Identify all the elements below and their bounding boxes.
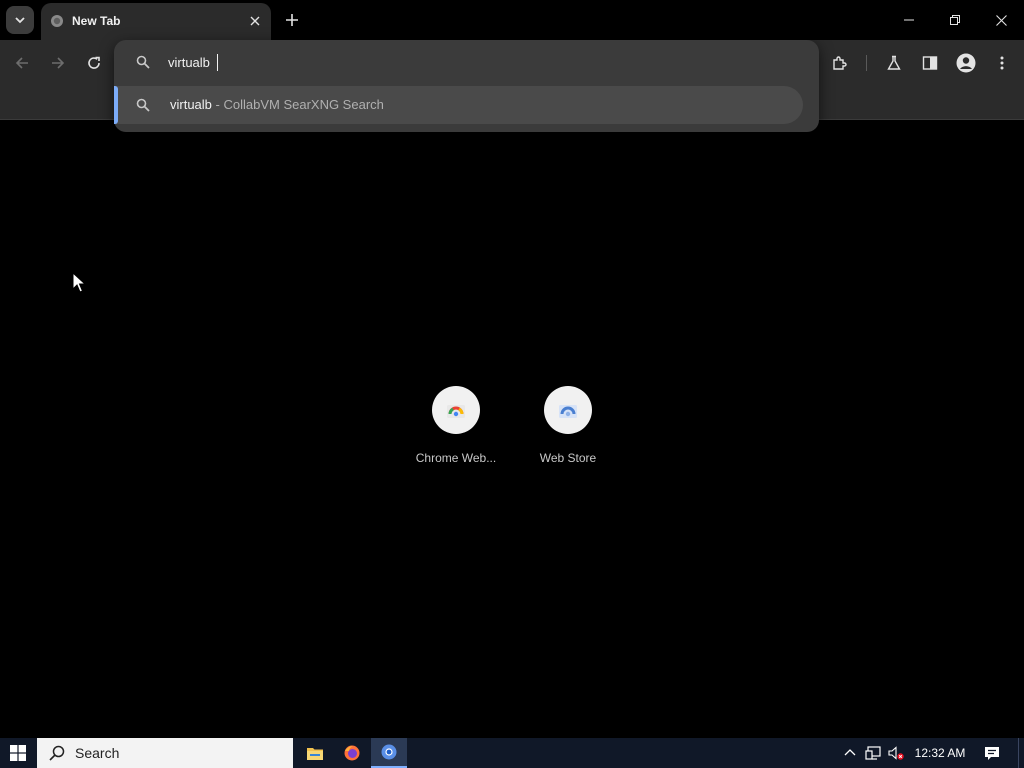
profile-button[interactable] — [954, 51, 978, 75]
more-menu-button[interactable] — [990, 51, 1014, 75]
selected-indicator — [114, 86, 118, 124]
taskbar-search-placeholder: Search — [75, 745, 120, 761]
forward-button[interactable] — [46, 51, 70, 75]
back-button[interactable] — [10, 51, 34, 75]
mouse-cursor-icon — [72, 272, 86, 293]
labs-flask-icon — [887, 55, 901, 70]
tab-search-button[interactable] — [6, 6, 34, 34]
tray-network[interactable] — [865, 745, 881, 761]
reload-button[interactable] — [82, 51, 106, 75]
chrome-web-store-icon — [447, 405, 465, 418]
volume-muted-icon — [888, 746, 904, 760]
network-icon — [865, 746, 881, 760]
taskbar-firefox[interactable] — [334, 738, 370, 768]
labs-button[interactable] — [882, 51, 906, 75]
search-icon — [136, 55, 150, 69]
tray-volume[interactable] — [888, 745, 904, 761]
file-explorer-icon — [307, 748, 323, 760]
omnibox-suggestion[interactable]: virtualb - CollabVM SearXNG Search — [114, 86, 803, 124]
text-caret — [217, 54, 218, 71]
taskbar-clock[interactable]: 12:32 AM — [912, 746, 968, 760]
taskbar-file-explorer[interactable] — [297, 738, 333, 768]
search-icon — [136, 98, 150, 112]
more-menu-icon — [1000, 56, 1004, 70]
shortcut-web-store[interactable]: Web Store — [512, 386, 624, 476]
show-desktop-button[interactable] — [1018, 738, 1024, 768]
notification-icon — [985, 746, 999, 760]
taskbar: Search 12:32 AM — [0, 738, 1024, 768]
close-icon — [995, 14, 1007, 26]
side-panel-button[interactable] — [918, 51, 942, 75]
taskbar-search-box[interactable]: Search — [37, 738, 293, 768]
restore-icon — [950, 15, 960, 25]
back-arrow-icon — [15, 57, 28, 69]
globe-icon — [51, 15, 63, 27]
minimize-icon — [904, 19, 914, 21]
toolbar-separator — [866, 55, 867, 71]
shortcut-label: Web Store — [539, 451, 597, 465]
chevron-up-icon — [844, 749, 856, 756]
restore-button[interactable] — [932, 0, 978, 40]
suggestion-text: virtualb - CollabVM SearXNG Search — [170, 97, 384, 112]
title-bar: New Tab — [0, 0, 1024, 40]
minimize-button[interactable] — [886, 0, 932, 40]
firefox-icon — [344, 745, 360, 761]
tray-overflow-button[interactable] — [842, 745, 858, 761]
suggestion-description: - CollabVM SearXNG Search — [211, 97, 384, 112]
omnibox-input[interactable] — [168, 52, 768, 72]
tab-new-tab[interactable]: New Tab — [41, 3, 271, 40]
tab-close-button[interactable] — [247, 13, 263, 29]
new-tab-button[interactable] — [282, 10, 302, 30]
tab-title: New Tab — [72, 14, 121, 28]
suggestion-query: virtualb — [170, 97, 212, 112]
extensions-button[interactable] — [828, 51, 852, 75]
omnibox[interactable] — [114, 40, 819, 84]
shortcut-icon-tile — [432, 386, 480, 434]
search-icon — [49, 745, 65, 761]
profile-icon — [956, 53, 976, 73]
shortcut-chrome-web-store[interactable]: Chrome Web... — [400, 386, 512, 476]
omnibox-popup: virtualb - CollabVM SearXNG Search — [114, 40, 819, 132]
shortcut-label: Chrome Web... — [415, 451, 497, 465]
reload-icon — [88, 56, 100, 69]
plus-icon — [286, 14, 298, 26]
web-store-icon — [559, 405, 577, 418]
chrome-icon — [381, 744, 397, 760]
side-panel-icon — [922, 56, 938, 70]
close-icon — [250, 16, 260, 26]
forward-arrow-icon — [52, 57, 65, 69]
chevron-down-icon — [15, 17, 25, 24]
taskbar-chrome[interactable] — [371, 738, 407, 768]
extensions-icon — [833, 56, 847, 70]
window-close-button[interactable] — [978, 0, 1024, 40]
windows-logo-icon — [10, 745, 26, 761]
start-button[interactable] — [0, 738, 36, 768]
shortcut-icon-tile — [544, 386, 592, 434]
action-center-button[interactable] — [980, 738, 1004, 768]
